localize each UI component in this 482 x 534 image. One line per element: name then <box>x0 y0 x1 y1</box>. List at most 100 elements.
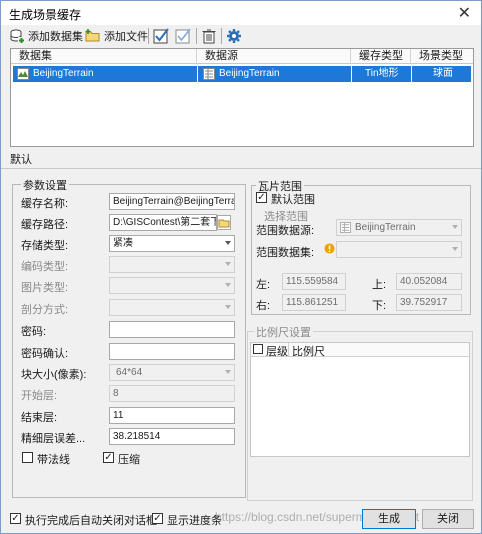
cache-name-input[interactable]: BeijingTerrain@BeijingTerrain <box>109 193 235 210</box>
compress-checkbox[interactable]: ✓ <box>103 452 114 463</box>
close-button[interactable]: 关闭 <box>422 509 474 529</box>
top-label: 上: <box>372 279 387 291</box>
image-type-label: 图片类型: <box>21 282 69 294</box>
terrain-dataset-icon <box>17 66 29 82</box>
add-file-button[interactable]: 添加文件 <box>85 27 148 45</box>
top-input[interactable]: 40.052084 <box>396 273 462 290</box>
image-type-select[interactable] <box>109 277 235 294</box>
chevron-down-icon <box>225 241 231 245</box>
tile-size-label: 块大小(像素): <box>21 369 87 381</box>
delete-button[interactable] <box>201 27 217 45</box>
encode-type-label: 编码类型: <box>21 261 69 273</box>
fine-error-label: 精细层误差... <box>21 433 86 445</box>
gear-icon <box>226 28 242 44</box>
tile-range-group: 瓦片范围 ✓ 默认范围 选择范围 范围数据源: BeijingTerrain 范… <box>251 178 471 315</box>
params-group: 参数设置 缓存名称: BeijingTerrain@BeijingTerrain… <box>12 177 246 498</box>
tile-size-value: 64*64 <box>116 367 143 378</box>
warning-icon <box>324 243 335 257</box>
default-range-checkbox[interactable]: ✓ <box>256 192 267 203</box>
select-all-levels-checkbox[interactable] <box>253 344 263 354</box>
column-header-scene-type[interactable]: 场景类型 <box>411 49 473 64</box>
normal-label: 带法线 <box>37 454 70 466</box>
split-mode-select[interactable] <box>109 299 235 316</box>
bottom-label: 下: <box>372 300 387 312</box>
split-mode-label: 剖分方式: <box>21 304 69 316</box>
chevron-down-icon <box>225 305 231 309</box>
add-file-label: 添加文件 <box>104 31 148 43</box>
tile-size-select[interactable]: 64*64 <box>109 364 235 381</box>
column-header-scale[interactable]: 比例尺 <box>292 343 325 359</box>
datasource-icon <box>203 66 215 82</box>
range-datasource-select[interactable]: BeijingTerrain <box>336 219 462 236</box>
start-level-input[interactable]: 8 <box>109 385 235 402</box>
toolbar-separator <box>148 28 149 44</box>
fine-error-input[interactable]: 38.218514 <box>109 428 235 445</box>
bottom-input[interactable]: 39.752917 <box>396 294 462 311</box>
row-scene-type: 球面 <box>433 68 453 79</box>
row-dataset: BeijingTerrain <box>33 68 94 79</box>
column-header-level[interactable]: 层级 <box>266 343 288 359</box>
close-icon[interactable]: ✕ <box>458 3 471 23</box>
column-header-dataset[interactable]: 数据集 <box>11 49 197 64</box>
datasource-icon <box>340 222 351 233</box>
select-all-button[interactable] <box>153 27 169 45</box>
cache-path-label: 缓存路径: <box>21 219 69 231</box>
compress-label: 压缩 <box>118 454 140 466</box>
show-progress-label: 显示进度条 <box>167 515 222 527</box>
scale-table[interactable]: 层级 比例尺 <box>250 342 470 457</box>
toolbar-separator <box>221 28 222 44</box>
row-datasource: BeijingTerrain <box>219 68 280 79</box>
left-input[interactable]: 115.559584 <box>282 273 346 290</box>
right-label: 右: <box>256 300 271 312</box>
password-label: 密码: <box>21 326 47 338</box>
grid-header: 数据集 数据源 缓存类型 场景类型 <box>11 49 473 64</box>
normal-checkbox[interactable] <box>22 452 33 463</box>
chevron-down-icon <box>225 283 231 287</box>
right-input[interactable]: 115.861251 <box>282 294 346 311</box>
show-progress-checkbox[interactable]: ✓ <box>152 513 163 524</box>
add-dataset-button[interactable]: 添加数据集 <box>9 27 83 45</box>
table-row[interactable]: BeijingTerrain BeijingTerrain Tin地形 球面 <box>13 66 471 82</box>
chevron-down-icon <box>452 225 458 229</box>
column-header-datasource[interactable]: 数据源 <box>197 49 351 64</box>
dataset-grid[interactable]: 数据集 数据源 缓存类型 场景类型 BeijingTerrain Beijing… <box>10 48 474 147</box>
start-level-label: 开始层: <box>21 390 58 402</box>
auto-close-checkbox[interactable]: ✓ <box>10 513 21 524</box>
password-confirm-input[interactable] <box>109 343 235 360</box>
end-level-label: 结束层: <box>21 412 58 424</box>
tab-default[interactable]: 默认 <box>10 151 32 167</box>
add-dataset-label: 添加数据集 <box>28 31 83 43</box>
row-cache-type: Tin地形 <box>365 68 399 79</box>
title-bar: 生成场景缓存 ✕ <box>1 1 481 25</box>
column-header-cache-type[interactable]: 缓存类型 <box>351 49 411 64</box>
trash-icon <box>201 28 217 44</box>
generate-button[interactable]: 生成 <box>362 509 416 529</box>
tab-divider <box>1 168 481 169</box>
scale-group: 比例尺设置 层级 比例尺 <box>247 324 473 501</box>
end-level-input[interactable]: 11 <box>109 407 235 424</box>
database-icon <box>9 28 25 44</box>
chevron-down-icon <box>225 370 231 374</box>
auto-close-label: 执行完成后自动关闭对话框 <box>25 515 157 527</box>
invert-selection-button[interactable] <box>175 27 191 45</box>
scale-group-title: 比例尺设置 <box>254 324 313 340</box>
storage-type-select[interactable]: 紧凑 <box>109 235 235 252</box>
cache-name-label: 缓存名称: <box>21 198 69 210</box>
left-label: 左: <box>256 279 271 291</box>
chevron-down-icon <box>225 262 231 266</box>
add-folder-icon <box>85 28 101 44</box>
checkbox-outline-icon <box>175 28 191 44</box>
range-dataset-label: 范围数据集: <box>256 247 315 259</box>
storage-type-label: 存储类型: <box>21 240 69 252</box>
browse-folder-button[interactable] <box>217 215 231 230</box>
range-dataset-select[interactable] <box>336 241 462 258</box>
dialog-window: 生成场景缓存 ✕ 添加数据集 添加文件 数据集 数据源 缓存类型 场景类型 Be… <box>0 0 482 534</box>
encode-type-select[interactable] <box>109 256 235 273</box>
window-title: 生成场景缓存 <box>9 8 82 22</box>
cache-path-input[interactable]: D:\GISContest\第二套下午 <box>109 214 217 231</box>
storage-type-value: 紧凑 <box>113 238 133 249</box>
chevron-down-icon <box>452 247 458 251</box>
password-confirm-label: 密码确认: <box>21 348 69 360</box>
settings-button[interactable] <box>226 27 242 45</box>
password-input[interactable] <box>109 321 235 338</box>
